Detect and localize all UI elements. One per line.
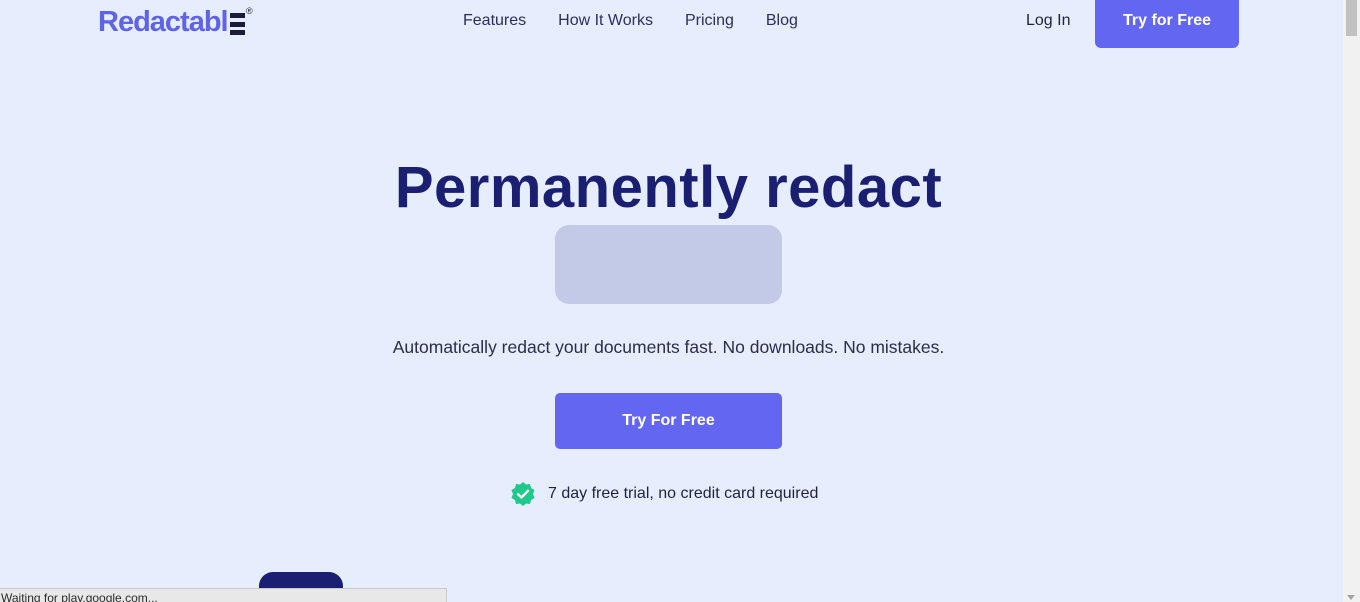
hero-title: Permanently redact (394, 155, 943, 220)
scroll-down-arrow-icon[interactable] (1347, 595, 1355, 600)
main-nav: Features How It Works Pricing Blog (463, 10, 830, 32)
hero-try-for-free-button[interactable]: Try For Free (555, 393, 782, 449)
redacted-word-placeholder (555, 225, 782, 304)
scrollbar-thumb[interactable] (1346, 0, 1357, 36)
nav-item-pricing[interactable]: Pricing (685, 10, 734, 32)
vertical-scrollbar[interactable] (1343, 0, 1360, 602)
browser-status-bar: Waiting for play.google.com... (0, 588, 447, 602)
page: Redactabl ® Features How It Works Pricin… (0, 0, 1360, 602)
trial-note: 7 day free trial, no credit card require… (510, 481, 818, 507)
trial-text: 7 day free trial, no credit card require… (548, 485, 819, 502)
hero-subtitle: Automatically redact your documents fast… (392, 337, 945, 357)
logo-e-bars-icon (229, 13, 245, 35)
log-in-link[interactable]: Log In (1026, 10, 1070, 32)
nav-item-how-it-works[interactable]: How It Works (558, 10, 653, 32)
redactable-logo[interactable]: Redactabl ® (98, 4, 253, 38)
logo-text: Redactabl (98, 6, 229, 38)
registered-mark: ® (245, 6, 253, 16)
header-try-for-free-button[interactable]: Try for Free (1095, 0, 1239, 48)
nav-item-features[interactable]: Features (463, 10, 526, 32)
nav-item-blog[interactable]: Blog (766, 10, 798, 32)
verified-badge-icon (511, 482, 535, 506)
